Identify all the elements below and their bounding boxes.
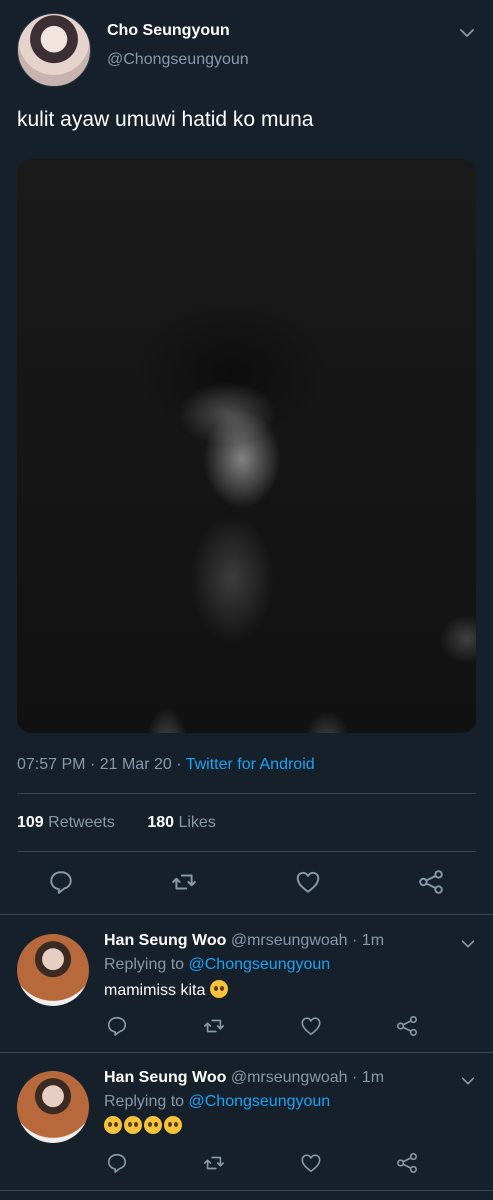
- share-icon[interactable]: [418, 869, 444, 895]
- chevron-down-icon[interactable]: [458, 24, 476, 42]
- pleading-face-emoji: [144, 1116, 162, 1134]
- pleading-face-emoji: [209, 980, 228, 998]
- author-handle: @mrseungwoah: [230, 932, 348, 949]
- divider: [0, 1190, 493, 1191]
- meta-separator: ·: [347, 932, 362, 949]
- reply-author[interactable]: Han Seung Woo @mrseungwoah · 1m: [104, 932, 384, 950]
- retweets-stat[interactable]: 109 Retweets: [17, 814, 115, 831]
- tweet-actions: [0, 867, 493, 897]
- retweets-label: Retweets: [48, 814, 115, 831]
- share-icon[interactable]: [396, 1152, 418, 1174]
- divider: [0, 914, 493, 915]
- reply-text: mamimiss kita: [104, 980, 230, 1000]
- author-handle: @mrseungwoah: [230, 1069, 348, 1086]
- reply-icon[interactable]: [106, 1152, 128, 1174]
- avatar[interactable]: [17, 934, 89, 1006]
- pleading-face-emoji: [164, 1116, 182, 1134]
- pleading-face-emoji: [124, 1116, 142, 1134]
- author-name: Han Seung Woo: [104, 932, 227, 949]
- replying-label: Replying to: [104, 1093, 185, 1110]
- divider: [17, 793, 476, 794]
- avatar[interactable]: [17, 13, 91, 87]
- tweet-date: 21 Mar 20: [99, 756, 172, 773]
- reply-body: mamimiss kita: [104, 982, 206, 999]
- meta-separator: ·: [347, 1069, 362, 1086]
- retweets-count: 109: [17, 814, 44, 831]
- like-icon[interactable]: [295, 869, 321, 895]
- tweet-time: 07:57 PM: [17, 756, 86, 773]
- divider: [17, 851, 476, 852]
- reply-time: 1m: [361, 1069, 385, 1086]
- retweet-icon[interactable]: [203, 1152, 225, 1174]
- reply-text: [104, 1116, 184, 1136]
- chevron-down-icon[interactable]: [460, 1073, 476, 1089]
- like-icon[interactable]: [300, 1015, 322, 1037]
- mention-link[interactable]: @Chongseungyoun: [189, 956, 331, 973]
- likes-stat[interactable]: 180 Likes: [147, 814, 216, 831]
- replying-to: Replying to @Chongseungyoun: [104, 1093, 330, 1111]
- share-icon[interactable]: [396, 1015, 418, 1037]
- reply-icon[interactable]: [48, 869, 74, 895]
- reply-time: 1m: [361, 932, 385, 949]
- pleading-face-emoji: [104, 1116, 122, 1134]
- author-name[interactable]: Cho Seungyoun: [107, 22, 230, 40]
- avatar[interactable]: [17, 1071, 89, 1143]
- tweet-photo[interactable]: [17, 159, 476, 733]
- replying-label: Replying to: [104, 956, 185, 973]
- meta-separator: ·: [89, 756, 100, 773]
- chevron-down-icon[interactable]: [460, 936, 476, 952]
- mention-link[interactable]: @Chongseungyoun: [189, 1093, 331, 1110]
- retweet-icon[interactable]: [203, 1015, 225, 1037]
- tweet-meta: 07:57 PM · 21 Mar 20 · Twitter for Andro…: [17, 756, 315, 774]
- divider: [0, 1052, 493, 1053]
- likes-count: 180: [147, 814, 175, 831]
- like-icon[interactable]: [300, 1152, 322, 1174]
- tweet-source-link[interactable]: Twitter for Android: [186, 756, 315, 773]
- likes-label: Likes: [178, 814, 216, 831]
- meta-separator: ·: [176, 756, 186, 773]
- reply-icon[interactable]: [106, 1015, 128, 1037]
- retweet-icon[interactable]: [171, 869, 197, 895]
- tweet-stats: 109 Retweets 180 Likes: [17, 814, 216, 832]
- replying-to: Replying to @Chongseungyoun: [104, 956, 330, 974]
- reply-author[interactable]: Han Seung Woo @mrseungwoah · 1m: [104, 1069, 384, 1087]
- author-handle[interactable]: @Chongseungyoun: [107, 51, 249, 69]
- tweet-text: kulit ayaw umuwi hatid ko muna: [17, 108, 314, 131]
- author-name: Han Seung Woo: [104, 1069, 227, 1086]
